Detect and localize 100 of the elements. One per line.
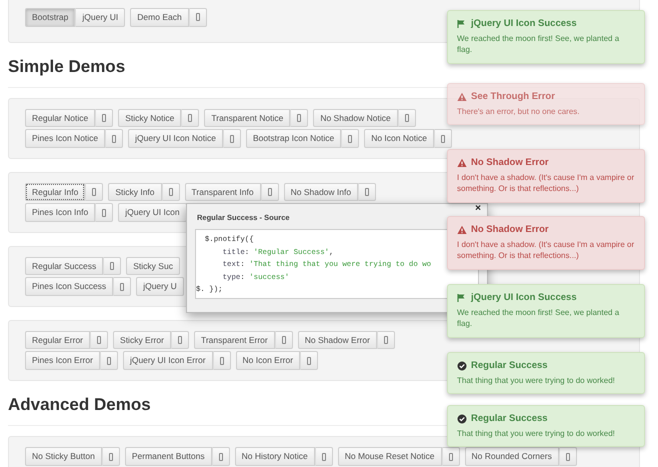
small-rect-icon bbox=[220, 356, 224, 365]
source-button[interactable] bbox=[170, 330, 189, 350]
demo-button[interactable]: No Shadow Notice bbox=[313, 108, 398, 128]
small-rect-icon bbox=[322, 452, 326, 461]
demo-button[interactable]: Regular Error bbox=[25, 330, 90, 350]
source-button[interactable] bbox=[212, 351, 231, 370]
demo-button[interactable]: Bootstrap Icon Notice bbox=[246, 129, 342, 148]
source-button[interactable] bbox=[314, 447, 333, 466]
demo-button[interactable]: No Shadow Info bbox=[284, 182, 358, 202]
small-rect-icon bbox=[348, 134, 352, 143]
notice-title: No Shadow Error bbox=[471, 223, 549, 237]
notice-text: I don't have a shadow. (It's cause I'm a vampire or something. Or is that reflections...) bbox=[457, 239, 635, 262]
notice-title: See Through Error bbox=[471, 90, 555, 104]
small-rect-icon bbox=[268, 188, 272, 196]
small-rect-icon bbox=[448, 452, 453, 461]
demo-button[interactable]: Transparent Notice bbox=[204, 108, 290, 128]
close-button[interactable]: × bbox=[475, 204, 481, 214]
source-button[interactable] bbox=[290, 108, 308, 128]
demo-button[interactable]: jQuery UI Icon Notice bbox=[128, 129, 223, 148]
source-button[interactable] bbox=[85, 182, 104, 202]
flag-icon bbox=[457, 293, 467, 304]
demo-button[interactable]: Pines Icon Notice bbox=[25, 129, 106, 148]
source-button[interactable] bbox=[181, 108, 200, 128]
small-rect-icon bbox=[566, 452, 570, 461]
small-rect-icon bbox=[102, 114, 106, 122]
demo-button[interactable]: Permanent Buttons bbox=[124, 447, 212, 466]
small-rect-icon bbox=[307, 356, 312, 365]
source-button[interactable] bbox=[442, 447, 460, 466]
small-rect-icon bbox=[282, 336, 286, 344]
source-button[interactable] bbox=[260, 182, 279, 202]
notice-text: I don't have a shadow. (It's cause I'm a vampire or something. Or is that reflections...) bbox=[457, 172, 635, 195]
demo-button[interactable]: jQuery UI Icon Error bbox=[122, 351, 213, 370]
toggle-button[interactable]: Bootstrap bbox=[25, 8, 76, 26]
source-button[interactable] bbox=[90, 330, 108, 350]
warning-icon bbox=[457, 225, 467, 236]
small-rect-icon bbox=[106, 356, 111, 365]
demo-button[interactable]: Sticky Suc bbox=[126, 256, 180, 276]
demo-button[interactable]: Regular Info bbox=[25, 182, 86, 202]
source-button[interactable] bbox=[100, 351, 118, 370]
small-rect-icon bbox=[102, 208, 106, 217]
small-rect-icon bbox=[365, 188, 370, 196]
toggle-button[interactable]: jQuery UI bbox=[75, 8, 126, 26]
demo-button[interactable]: jQuery U bbox=[136, 277, 184, 296]
source-button[interactable] bbox=[222, 129, 241, 148]
demo-button[interactable]: No Rounded Corners bbox=[464, 447, 559, 466]
small-rect-icon bbox=[178, 336, 182, 344]
notice-text: There's an error, but no one cares. bbox=[457, 106, 580, 118]
warning-icon bbox=[457, 158, 467, 168]
demo-button[interactable]: Pines Icon Info bbox=[25, 203, 96, 222]
demo-button[interactable]: No Icon Error bbox=[236, 351, 300, 370]
source-button[interactable] bbox=[162, 182, 180, 202]
source-button[interactable] bbox=[102, 447, 120, 466]
notice-title: No Shadow Error bbox=[471, 156, 549, 170]
small-rect-icon bbox=[188, 114, 192, 122]
demo-button[interactable]: No Shadow Error bbox=[298, 330, 377, 350]
source-button[interactable] bbox=[558, 447, 577, 466]
source-button[interactable] bbox=[188, 8, 207, 26]
source-button[interactable] bbox=[358, 182, 376, 202]
notice-title: jQuery UI Icon Success bbox=[471, 291, 577, 305]
small-rect-icon bbox=[92, 188, 96, 196]
notice-title: Regular Success bbox=[471, 412, 548, 426]
demo-button[interactable]: Sticky Error bbox=[113, 330, 171, 350]
demo-button[interactable]: Pines Icon Error bbox=[25, 351, 100, 370]
source-button[interactable] bbox=[300, 351, 318, 370]
demo-button[interactable]: No Mouse Reset Notice bbox=[338, 447, 442, 466]
source-button[interactable] bbox=[341, 129, 360, 148]
demo-button[interactable]: jQuery UI Icon bbox=[118, 203, 187, 222]
demo-button[interactable]: No History Notice bbox=[234, 447, 315, 466]
source-button[interactable] bbox=[434, 129, 452, 148]
small-rect-icon bbox=[218, 452, 223, 461]
demo-button[interactable]: Regular Success bbox=[25, 256, 104, 276]
source-button[interactable] bbox=[376, 330, 395, 350]
source-button[interactable] bbox=[95, 108, 114, 128]
source-button[interactable] bbox=[212, 447, 230, 466]
demo-button[interactable]: Transparent Info bbox=[184, 182, 261, 202]
small-rect-icon bbox=[97, 336, 102, 344]
notice-text: We reached the moon first! See, we planted a flag. bbox=[457, 33, 620, 56]
notice-text: We reached the moon first! See, we planted a flag. bbox=[457, 307, 620, 330]
check-icon bbox=[457, 361, 467, 372]
check-icon bbox=[457, 414, 467, 424]
demo-button[interactable]: Sticky Info bbox=[108, 182, 162, 202]
source-button[interactable] bbox=[105, 129, 124, 148]
source-button[interactable] bbox=[95, 203, 114, 222]
source-button[interactable] bbox=[398, 108, 416, 128]
small-rect-icon bbox=[297, 114, 302, 122]
source-button[interactable] bbox=[113, 277, 132, 296]
demo-button[interactable]: Sticky Notice bbox=[118, 108, 182, 128]
demo-button[interactable]: No Icon Notice bbox=[364, 129, 434, 148]
demo-button[interactable]: Regular Notice bbox=[25, 108, 96, 128]
small-rect-icon bbox=[384, 336, 388, 344]
small-rect-icon bbox=[110, 262, 114, 270]
demo-button[interactable]: Demo Each bbox=[130, 8, 189, 26]
source-button[interactable] bbox=[274, 330, 293, 350]
small-rect-icon bbox=[168, 188, 173, 196]
demo-button[interactable]: Transparent Error bbox=[194, 330, 275, 350]
demo-button[interactable]: No Sticky Button bbox=[25, 447, 102, 466]
demo-button[interactable]: Pines Icon Success bbox=[25, 277, 114, 296]
source-button[interactable] bbox=[103, 256, 122, 276]
small-rect-icon bbox=[196, 13, 200, 22]
small-rect-icon bbox=[440, 134, 445, 143]
